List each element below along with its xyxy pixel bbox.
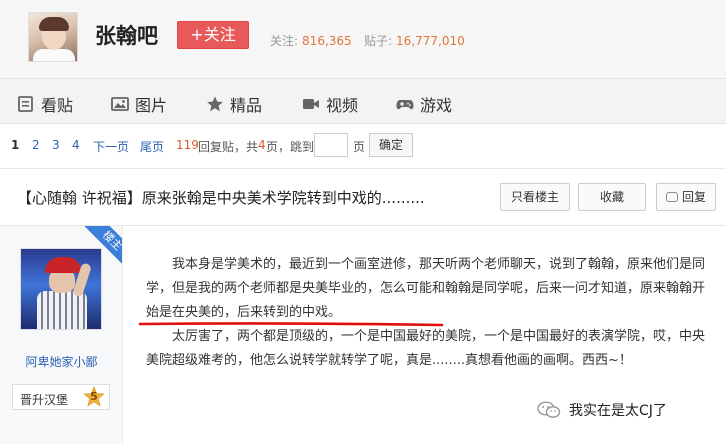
nav-label: 视频 (326, 96, 359, 115)
post-paragraph-2: 太厉害了，两个都是顶级的，一个是中国最好的美院，一个是中国最好的表演学院，哎，中… (146, 325, 706, 373)
reply-button[interactable]: 回复 (656, 183, 716, 211)
only-op-button[interactable]: 只看楼主 (500, 183, 570, 211)
level-name: 晋升汉堡 (20, 393, 69, 407)
post-content: 我本身是学美术的，最近到一个画室进修，那天听两个老师聊天，说到了翰翰，原来他们是… (146, 253, 706, 373)
nav-item-video[interactable]: 视频 (302, 92, 358, 116)
gamepad-icon (396, 96, 414, 112)
forum-header: 张翰吧 +关注 关注: 816,365 贴子: 16,777,010 (0, 0, 726, 78)
nav-item-games[interactable]: 游戏 (396, 92, 452, 116)
image-icon (111, 96, 129, 112)
posts-count: 16,777,010 (396, 34, 465, 48)
nav-label: 精品 (230, 96, 263, 115)
reply-button-label: 回复 (681, 190, 706, 204)
watermark-text: 我实在是太CJ了 (569, 403, 667, 419)
page-unit-label: 页 (353, 140, 366, 154)
wechat-watermark: 我实在是太CJ了 (537, 400, 667, 420)
post-paragraph-1: 我本身是学美术的，最近到一个画室进修，那天听两个老师聊天，说到了翰翰，原来他们是… (146, 253, 706, 325)
level-number: 5 (90, 390, 98, 403)
page-jump-input[interactable] (314, 133, 348, 157)
page-1-current: 1 (11, 138, 20, 152)
nav-label: 图片 (135, 96, 168, 115)
favorite-button[interactable]: 收藏 (578, 183, 646, 211)
forum-name[interactable]: 张翰吧 (95, 20, 158, 50)
follow-stat-label: 关注: (270, 34, 299, 48)
follow-count: 816,365 (302, 34, 352, 48)
forum-avatar[interactable] (28, 12, 78, 62)
nav-label: 游戏 (420, 96, 453, 115)
last-page-link[interactable]: 尾页 (140, 138, 164, 155)
level-badge[interactable]: 晋升汉堡 5 (12, 384, 110, 410)
author-name[interactable]: 阿卑她家小鄙 (0, 353, 122, 370)
posts-stat-label: 贴子: (364, 34, 393, 48)
comment-icon (665, 192, 678, 202)
avatar[interactable] (20, 248, 102, 330)
follow-button[interactable]: +关注 (177, 21, 249, 49)
nav-label: 看贴 (41, 96, 74, 115)
document-icon (17, 96, 35, 112)
video-icon (302, 96, 320, 112)
next-page-link[interactable]: 下一页 (93, 138, 129, 155)
post-paragraph-1-text: 我本身是学美术的，最近到一个画室进修，那天听两个老师聊天，说到了翰翰，原来他们是… (146, 257, 706, 296)
author-column: 楼主 阿卑她家小鄙 晋升汉堡 5 (0, 226, 123, 444)
nav-item-images[interactable]: 图片 (111, 92, 167, 116)
total-pages: 4 (258, 138, 266, 152)
nav-item-digest[interactable]: 精品 (206, 92, 262, 116)
thread-title-bar: 【心随翰 许祝福】原来张翰是中央美术学院转到中戏的......... 只看楼主 … (0, 169, 726, 226)
nav-item-threads[interactable]: 看贴 (17, 92, 73, 116)
forum-nav: 看贴 图片 精品 视频 游戏 (0, 78, 726, 124)
pagination: 1 2 3 4 下一页 尾页 119 回复贴，共 4 页，跳到 页 确定 (0, 124, 726, 169)
follow-stat: 关注: 816,365 (270, 32, 352, 49)
page-link-4[interactable]: 4 (72, 138, 80, 152)
post-paragraph-2-text: 太厉害了，两个都是顶级的，一个是中国最好的美院，一个是中国最好的表演学院，哎，中… (146, 329, 706, 368)
page-link-3[interactable]: 3 (52, 138, 60, 152)
posts-stat: 贴子: 16,777,010 (364, 32, 465, 49)
jump-label: 页，跳到 (266, 140, 315, 154)
reply-count-suffix: 回复贴，共 (198, 140, 259, 154)
red-underline-annotation (138, 322, 444, 327)
page-link-2[interactable]: 2 (32, 138, 40, 152)
reply-count: 119 (176, 138, 199, 152)
thread-title: 【心随翰 许祝福】原来张翰是中央美术学院转到中戏的......... (17, 189, 425, 207)
page-jump-button[interactable]: 确定 (369, 133, 413, 157)
star-icon (206, 96, 224, 112)
wechat-icon (537, 401, 561, 419)
